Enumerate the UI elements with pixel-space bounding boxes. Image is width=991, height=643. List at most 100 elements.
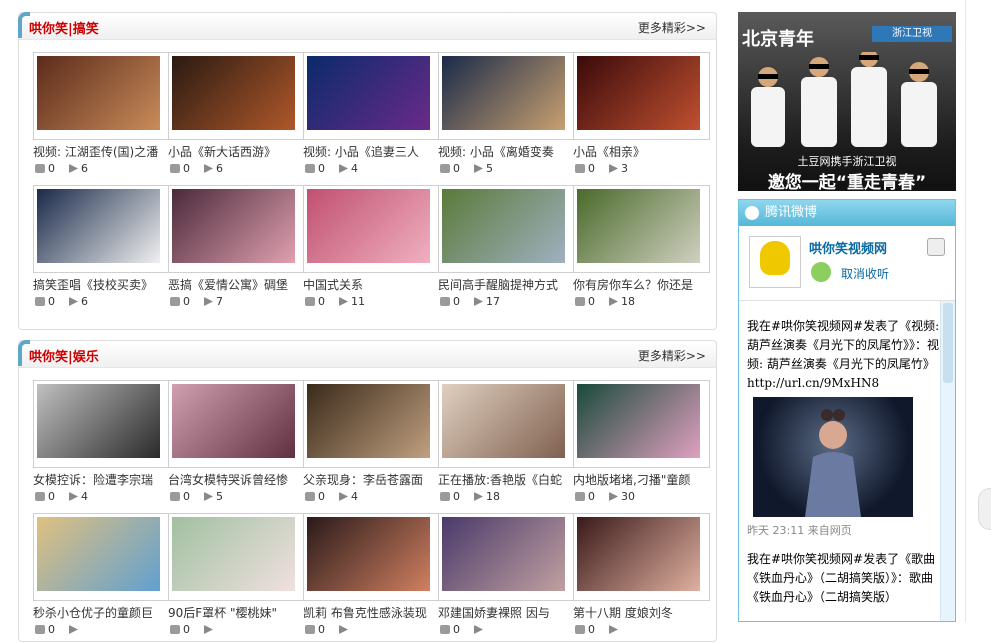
comment-count: 0 xyxy=(575,162,595,175)
video-title[interactable]: 民间高手醒脑提神方式 xyxy=(438,276,566,293)
video-item[interactable]: 内地版堵堵,刁播"童颜 0 30 xyxy=(573,380,710,510)
avatar[interactable] xyxy=(749,236,801,288)
play-count: 3 xyxy=(609,162,628,175)
feed-scrollbar[interactable] xyxy=(940,301,955,621)
video-item[interactable]: 搞笑歪唱《技校买卖》 0 6 xyxy=(33,185,170,315)
video-item[interactable]: 视频: 小品《追妻三人 0 4 xyxy=(303,52,440,182)
video-thumbnail[interactable] xyxy=(33,513,170,601)
video-title[interactable]: 邓建国娇妻裸照 因与 xyxy=(438,604,566,621)
comment-icon xyxy=(305,164,315,173)
video-stats: 0 xyxy=(575,623,635,636)
video-thumbnail[interactable] xyxy=(303,185,440,273)
more-link[interactable]: 更多精彩>> xyxy=(638,19,706,36)
video-item[interactable]: 女模控诉：险遭李宗瑞 0 4 xyxy=(33,380,170,510)
video-stats: 06 xyxy=(35,162,102,175)
video-title[interactable]: 秒杀小仓优子的童颜巨 xyxy=(33,604,161,621)
video-thumbnail[interactable] xyxy=(33,380,170,468)
video-thumbnail[interactable] xyxy=(438,513,575,601)
video-title[interactable]: 台湾女模特哭诉曾经惨 xyxy=(168,471,296,488)
play-count-value: 4 xyxy=(351,162,358,175)
video-title[interactable]: 小品《相亲》 xyxy=(573,143,701,160)
section-header: 哄你笑|搞笑 更多精彩>> xyxy=(18,12,716,40)
video-thumbnail[interactable] xyxy=(33,185,170,273)
video-title[interactable]: 凯莉 布鲁克性感泳装现 xyxy=(303,604,431,621)
thumbnail-image xyxy=(172,189,295,263)
weibo-header-title: 腾讯微博 xyxy=(765,205,818,220)
scrollbar-thumb[interactable] xyxy=(943,303,953,383)
unfollow-button[interactable]: 取消收听 xyxy=(841,265,889,282)
play-count-value: 5 xyxy=(486,162,493,175)
video-title[interactable]: 女模控诉：险遭李宗瑞 xyxy=(33,471,161,488)
comment-count: 0 xyxy=(575,295,595,308)
video-title[interactable]: 小品《新大话西游》 xyxy=(168,143,296,160)
video-thumbnail[interactable] xyxy=(168,52,305,140)
play-icon xyxy=(339,625,348,634)
play-count: 4 xyxy=(69,490,88,503)
feed-timestamp[interactable]: 昨天 23:11 来自网页 xyxy=(747,521,947,540)
more-link[interactable]: 更多精彩>> xyxy=(638,347,706,364)
video-thumbnail[interactable] xyxy=(168,380,305,468)
comment-count-value: 0 xyxy=(48,623,55,636)
video-title[interactable]: 第十八期 度娘刘冬 xyxy=(573,604,701,621)
video-item[interactable]: 凯莉 布鲁克性感泳装现 0 xyxy=(303,513,440,643)
section-header: 哄你笑|娱乐 更多精彩>> xyxy=(18,340,716,368)
comment-count-value: 0 xyxy=(588,295,595,308)
video-title[interactable]: 搞笑歪唱《技校买卖》 xyxy=(33,276,161,293)
video-thumbnail[interactable] xyxy=(438,185,575,273)
video-item[interactable]: 中国式关系 0 11 xyxy=(303,185,440,315)
section-title[interactable]: 哄你笑|搞笑 xyxy=(29,18,99,37)
video-item[interactable]: 正在播放:香艳版《白蛇 0 18 xyxy=(438,380,575,510)
weibo-settings-icon[interactable] xyxy=(927,238,945,256)
video-title[interactable]: 父亲现身：李岳苍露面 xyxy=(303,471,431,488)
video-item[interactable]: 民间高手醒脑提神方式 0 17 xyxy=(438,185,575,315)
video-thumbnail[interactable] xyxy=(438,52,575,140)
play-count-value: 17 xyxy=(486,295,500,308)
video-thumbnail[interactable] xyxy=(573,52,710,140)
video-item[interactable]: 视频: 小品《离婚变奏 0 5 xyxy=(438,52,575,182)
video-title[interactable]: 中国式关系 xyxy=(303,276,431,293)
video-item[interactable]: 恶搞《爱情公寓》碉堡 0 7 xyxy=(168,185,305,315)
video-title[interactable]: 内地版堵堵,刁播"童颜 xyxy=(573,471,701,488)
video-title[interactable]: 视频: 小品《追妻三人 xyxy=(303,143,431,160)
video-item[interactable]: 台湾女模特哭诉曾经惨 0 5 xyxy=(168,380,305,510)
video-item[interactable]: 邓建国娇妻裸照 因与 0 xyxy=(438,513,575,643)
video-stats: 0 11 xyxy=(305,295,379,308)
video-item[interactable]: 你有房你车么？你还是 0 18 xyxy=(573,185,710,315)
video-thumbnail[interactable] xyxy=(573,380,710,468)
video-title[interactable]: 视频: 江湖歪传(国)之潘 xyxy=(33,143,161,160)
side-float-button[interactable] xyxy=(978,488,991,530)
video-item[interactable]: 父亲现身：李岳苍露面 0 4 xyxy=(303,380,440,510)
thumbnail-image xyxy=(37,384,160,458)
video-title[interactable]: 90后F罩杯 "樱桃妹" xyxy=(168,604,296,621)
play-count-value: 6 xyxy=(216,162,223,175)
comment-count-value: 0 xyxy=(318,490,325,503)
feed-post-image[interactable] xyxy=(753,397,913,517)
video-stats: 0 18 xyxy=(575,295,649,308)
video-item[interactable]: 视频: 江湖歪传(国)之潘 0 6 xyxy=(33,52,170,182)
video-thumbnail[interactable] xyxy=(573,513,710,601)
section-title[interactable]: 哄你笑|娱乐 xyxy=(29,346,99,365)
video-thumbnail[interactable] xyxy=(438,380,575,468)
comment-icon xyxy=(440,625,450,634)
video-item[interactable]: 秒杀小仓优子的童颜巨 0 xyxy=(33,513,170,643)
video-thumbnail[interactable] xyxy=(573,185,710,273)
weibo-account-name[interactable]: 哄你笑视频网 xyxy=(809,238,887,257)
comment-icon xyxy=(170,625,180,634)
video-thumbnail[interactable] xyxy=(303,513,440,601)
play-icon xyxy=(204,297,213,306)
video-thumbnail[interactable] xyxy=(168,185,305,273)
video-title[interactable]: 视频: 小品《离婚变奏 xyxy=(438,143,566,160)
video-item[interactable]: 90后F罩杯 "樱桃妹" 0 xyxy=(168,513,305,643)
video-thumbnail[interactable] xyxy=(303,52,440,140)
play-count xyxy=(204,623,216,636)
video-thumbnail[interactable] xyxy=(33,52,170,140)
video-thumbnail[interactable] xyxy=(168,513,305,601)
video-item[interactable]: 小品《相亲》 0 3 xyxy=(573,52,710,182)
ad-banner[interactable]: 北京青年 浙江卫视 土豆网携手浙江卫视 邀您一起“重走青春” xyxy=(738,12,956,193)
video-title[interactable]: 你有房你车么？你还是 xyxy=(573,276,701,293)
video-title[interactable]: 正在播放:香艳版《白蛇 xyxy=(438,471,566,488)
video-thumbnail[interactable] xyxy=(303,380,440,468)
video-item[interactable]: 第十八期 度娘刘冬 0 xyxy=(573,513,710,643)
video-title[interactable]: 恶搞《爱情公寓》碉堡 xyxy=(168,276,296,293)
video-item[interactable]: 小品《新大话西游》 0 6 xyxy=(168,52,305,182)
